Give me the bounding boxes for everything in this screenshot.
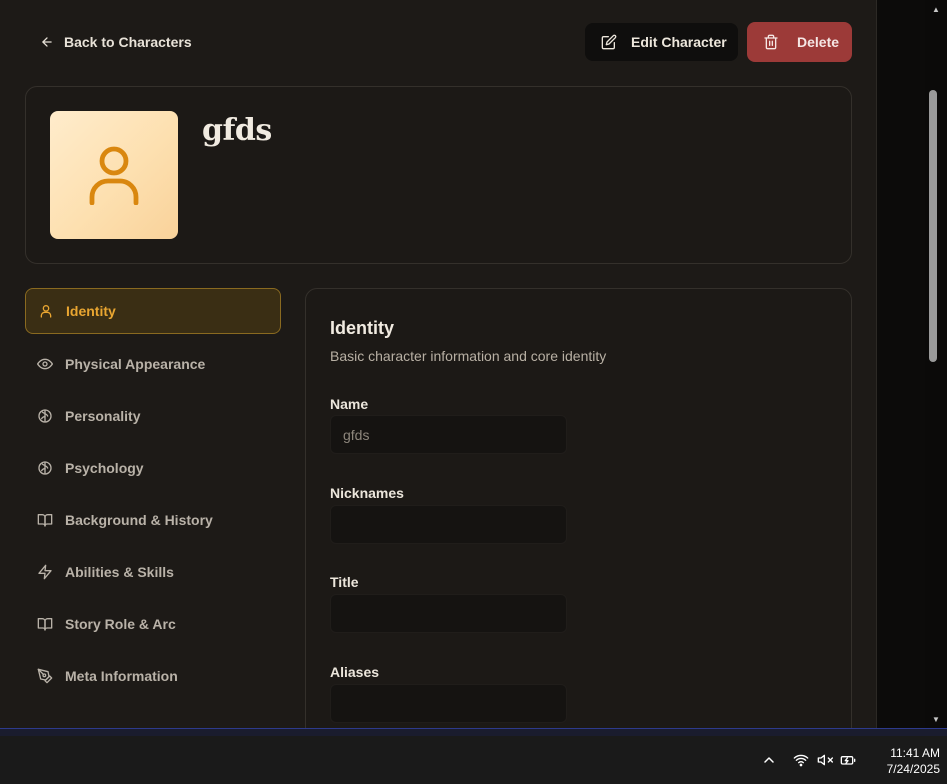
sidebar-item-psychology[interactable]: Psychology bbox=[25, 445, 281, 491]
taskbar: 11:41 AM 7/24/2025 bbox=[0, 736, 947, 784]
sidebar-item-identity[interactable]: Identity bbox=[25, 288, 281, 334]
title-label: Title bbox=[330, 574, 359, 590]
user-icon bbox=[89, 146, 139, 205]
sidebar-item-label: Personality bbox=[65, 408, 141, 424]
edit-label: Edit Character bbox=[631, 34, 727, 50]
chevron-up-icon[interactable] bbox=[760, 736, 778, 784]
name-label: Name bbox=[330, 396, 369, 412]
eye-icon bbox=[37, 358, 53, 370]
user-icon bbox=[40, 305, 52, 318]
trash-icon bbox=[764, 34, 778, 50]
vertical-scrollbar[interactable]: ▲ ▼ bbox=[925, 0, 947, 728]
book-open-icon bbox=[37, 514, 53, 527]
clock-time: 11:41 AM bbox=[890, 746, 940, 760]
character-avatar bbox=[50, 111, 178, 239]
brain-icon bbox=[38, 461, 52, 475]
sidebar-item-label: Abilities & Skills bbox=[65, 564, 174, 580]
system-clock[interactable]: 11:41 AM 7/24/2025 bbox=[866, 745, 940, 777]
sidebar-item-label: Story Role & Arc bbox=[65, 616, 176, 632]
app-window: Back to Characters Edit Character Delete… bbox=[0, 0, 877, 728]
identity-section-card: Identity Basic character information and… bbox=[305, 288, 852, 728]
sidebar-item-label: Psychology bbox=[65, 460, 144, 476]
sidebar-item-label: Physical Appearance bbox=[65, 356, 206, 372]
scroll-up-arrow-icon[interactable]: ▲ bbox=[925, 2, 947, 16]
speaker-muted-icon[interactable] bbox=[815, 736, 835, 784]
sidebar-item-personality[interactable]: Personality bbox=[25, 393, 281, 439]
delete-button[interactable]: Delete bbox=[747, 22, 852, 62]
sidebar-item-label: Meta Information bbox=[65, 668, 178, 684]
edit-character-button[interactable]: Edit Character bbox=[585, 23, 738, 61]
clock-date: 7/24/2025 bbox=[886, 762, 940, 776]
title-input[interactable] bbox=[330, 594, 567, 633]
wifi-icon[interactable] bbox=[791, 736, 811, 784]
arrow-left-icon bbox=[42, 37, 52, 47]
aliases-input[interactable] bbox=[330, 684, 567, 723]
scroll-down-arrow-icon[interactable]: ▼ bbox=[925, 712, 947, 726]
sidebar-item-physical-appearance[interactable]: Physical Appearance bbox=[25, 341, 281, 387]
battery-charging-icon[interactable] bbox=[838, 736, 858, 784]
brain-icon bbox=[38, 409, 52, 423]
book-open-icon bbox=[37, 618, 53, 631]
nicknames-input[interactable] bbox=[330, 505, 567, 544]
sidebar-item-background-history[interactable]: Background & History bbox=[25, 497, 281, 543]
character-profile-card: gfds bbox=[25, 86, 852, 264]
scrollbar-thumb[interactable] bbox=[929, 90, 937, 362]
sidebar-item-abilities-skills[interactable]: Abilities & Skills bbox=[25, 549, 281, 595]
sidebar-item-label: Identity bbox=[66, 303, 116, 319]
window-background bbox=[877, 0, 925, 728]
sidebar-item-story-role-arc[interactable]: Story Role & Arc bbox=[25, 601, 281, 647]
edit-icon bbox=[601, 34, 617, 50]
back-to-characters-link[interactable]: Back to Characters bbox=[30, 26, 202, 58]
section-title: Identity bbox=[330, 318, 395, 338]
zap-icon bbox=[38, 564, 52, 580]
nicknames-label: Nicknames bbox=[330, 485, 404, 501]
character-name: gfds bbox=[202, 113, 272, 148]
sidebar-item-label: Background & History bbox=[65, 512, 213, 528]
pen-tool-icon bbox=[37, 668, 53, 684]
aliases-label: Aliases bbox=[330, 664, 380, 680]
section-subtitle: Basic character information and core ide… bbox=[330, 348, 607, 364]
back-label: Back to Characters bbox=[64, 34, 192, 50]
delete-label: Delete bbox=[797, 34, 840, 50]
window-bottom-border bbox=[0, 728, 947, 736]
sidebar-item-meta-information[interactable]: Meta Information bbox=[25, 653, 281, 699]
name-input[interactable] bbox=[330, 415, 567, 454]
